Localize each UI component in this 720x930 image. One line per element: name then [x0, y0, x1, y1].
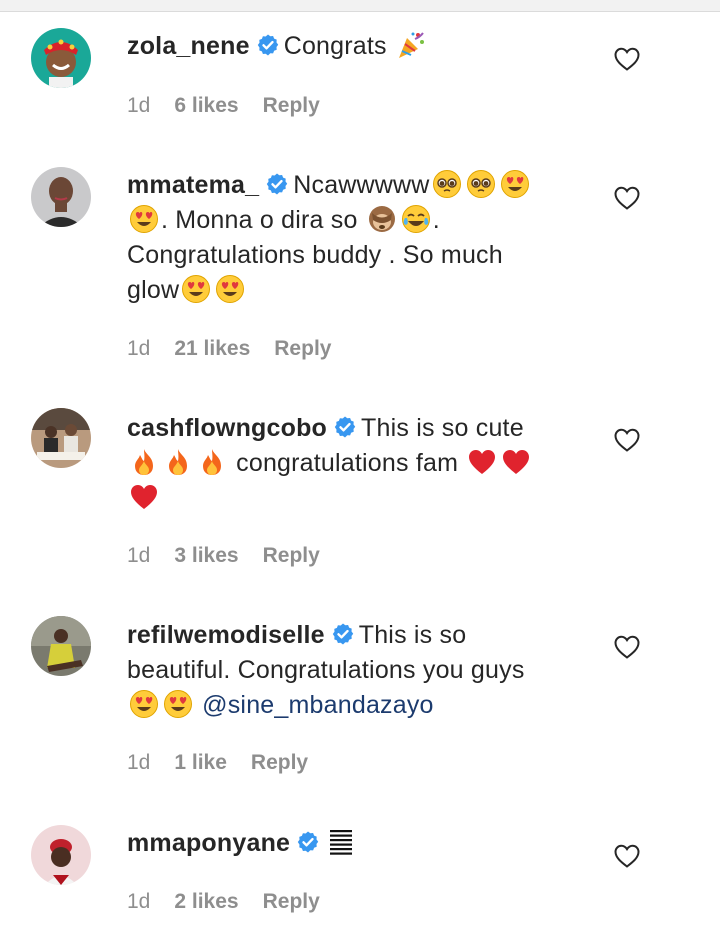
comment-meta: 1d 21 likes Reply [127, 335, 355, 363]
comment-meta: 1d 3 likes Reply [127, 542, 344, 570]
comment-text-segment: Congrats [283, 32, 394, 60]
comment-username[interactable]: mmatema_ [127, 171, 259, 199]
heart-eyes-icon [129, 689, 159, 719]
reply-button[interactable]: Reply [274, 337, 331, 360]
comment-text-segment: Congratulations buddy . So much [127, 241, 503, 269]
comment-text-segment: . Monna o dira so [161, 206, 365, 234]
pleading-face-icon [432, 169, 462, 199]
likes-count[interactable]: 6 likes [174, 94, 238, 117]
comment-meta: 1d 6 likes Reply [127, 92, 344, 120]
comment-text-segment: Ncawwwww [293, 171, 430, 199]
verified-badge-icon [331, 622, 355, 646]
refilwe-avatar[interactable] [31, 616, 91, 676]
mention-link[interactable]: @sine_mbandazayo [202, 691, 434, 719]
heart-eyes-icon [181, 274, 211, 304]
stacked-lines-icon [326, 827, 356, 857]
cashflow-avatar[interactable] [31, 408, 91, 468]
verified-badge-icon [256, 33, 280, 57]
mmaponyane-avatar[interactable] [31, 825, 91, 885]
comment-time: 1d [127, 890, 151, 913]
comment-text: cashflowngcobo This is so cute congratula… [127, 411, 592, 516]
comment-text-segment: congratulations fam [229, 449, 466, 477]
comment-meta: 1d 2 likes Reply [127, 888, 344, 916]
comment-username[interactable]: cashflowngcobo [127, 414, 327, 442]
comment-username[interactable]: mmaponyane [127, 829, 290, 857]
comment-username[interactable]: refilwemodiselle [127, 621, 325, 649]
party-popper-icon [396, 30, 426, 60]
fire-icon [163, 447, 193, 477]
reply-button[interactable]: Reply [263, 890, 320, 913]
likes-count[interactable]: 21 likes [174, 337, 250, 360]
heart-eyes-icon [163, 689, 193, 719]
fire-icon [197, 447, 227, 477]
red-heart-icon [129, 482, 159, 512]
like-heart-icon[interactable] [613, 46, 641, 72]
comment-text-segment: This is so cute [361, 414, 524, 442]
zola-avatar[interactable] [31, 28, 91, 88]
reply-button[interactable]: Reply [251, 751, 308, 774]
comment-username[interactable]: zola_nene [127, 32, 250, 60]
likes-count[interactable]: 1 like [174, 751, 227, 774]
reply-button[interactable]: Reply [263, 94, 320, 117]
comment-text-segment: This is so [358, 621, 467, 649]
comment-time: 1d [127, 337, 151, 360]
comment-text-segment: . [432, 206, 440, 234]
mmatema-avatar[interactable] [31, 167, 91, 227]
verified-badge-icon [296, 830, 320, 854]
comment-time: 1d [127, 544, 151, 567]
comment-time: 1d [127, 94, 151, 117]
like-heart-icon[interactable] [613, 427, 641, 453]
heart-eyes-icon [129, 204, 159, 234]
heart-eyes-icon [500, 169, 530, 199]
verified-badge-icon [265, 172, 289, 196]
comment-time: 1d [127, 751, 151, 774]
comment-text: mmatema_ Ncawwwww . Monna o dira so . Congr… [127, 168, 592, 308]
comment-text: mmaponyane [127, 826, 592, 861]
fire-icon [129, 447, 159, 477]
like-heart-icon[interactable] [613, 843, 641, 869]
likes-count[interactable]: 3 likes [174, 544, 238, 567]
reply-button[interactable]: Reply [263, 544, 320, 567]
comment-text: zola_nene Congrats [127, 29, 592, 64]
red-heart-icon [467, 447, 497, 477]
comment-meta: 1d 1 like Reply [127, 749, 332, 777]
see-no-evil-monkey-icon [367, 204, 397, 234]
top-edge-bar [0, 0, 720, 12]
verified-badge-icon [333, 415, 357, 439]
like-heart-icon[interactable] [613, 634, 641, 660]
comment-text-segment: beautiful. Congratulations you guys [127, 656, 525, 684]
pleading-face-icon [466, 169, 496, 199]
like-heart-icon[interactable] [613, 185, 641, 211]
comment-text: refilwemodiselle This is so beautiful. Con… [127, 618, 592, 723]
comment-text-segment: glow [127, 276, 180, 304]
likes-count[interactable]: 2 likes [174, 890, 238, 913]
heart-eyes-icon [215, 274, 245, 304]
tears-of-joy-icon [401, 204, 431, 234]
red-heart-icon [501, 447, 531, 477]
